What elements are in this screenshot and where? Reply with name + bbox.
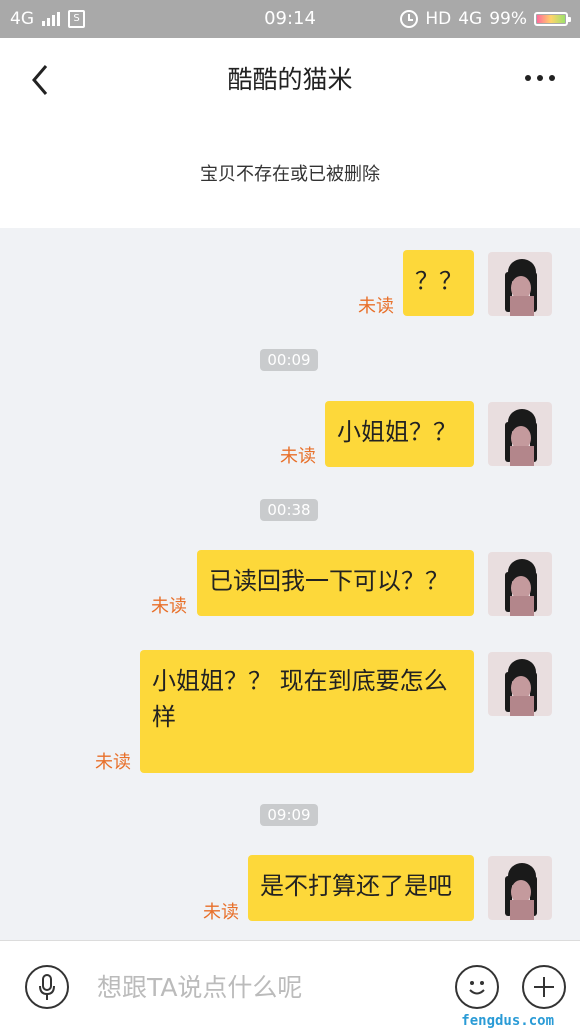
battery-percent: 99% [489,9,527,29]
more-options-icon[interactable] [520,68,560,88]
user-avatar[interactable] [488,856,552,920]
message-input[interactable] [85,963,440,1011]
unread-status: 未读 [95,752,131,773]
message-timestamp: 09:09 [260,804,318,826]
user-avatar[interactable] [488,652,552,716]
chat-header: 酷酷的猫米 [0,38,580,118]
status-right: HD 4G 99% [400,9,571,29]
notice-text: 宝贝不存在或已被删除 [200,164,380,185]
message-timestamp: 00:38 [260,499,318,521]
message-text: ？？ [415,267,463,295]
message-list[interactable]: 未读 ？？ 00:09 未读 小姐姐？？ 00:38 未读 已读回我一下可以？？… [0,228,580,940]
battery-icon [534,12,571,26]
item-notice: 宝贝不存在或已被删除 [0,118,580,228]
unread-status: 未读 [203,902,239,923]
chat-title: 酷酷的猫米 [227,65,353,94]
message-bubble[interactable]: ？？ [403,250,474,316]
message-text: 小姐姐？？ 现在到底要怎么样 [152,667,448,731]
unread-status: 未读 [151,596,187,617]
message-bubble[interactable]: 是不打算还了是吧 [248,855,474,921]
message-bubble[interactable]: 小姐姐？？ [325,401,474,467]
message-text: 已读回我一下可以？？ [209,567,449,595]
hd-label: HD [425,9,452,29]
unread-status: 未读 [280,446,316,467]
message-text: 是不打算还了是吧 [260,872,452,900]
network-label-right: 4G [458,9,483,29]
user-avatar[interactable] [488,252,552,316]
status-bar: 4G S 09:14 HD 4G 99% [0,0,580,38]
microphone-icon[interactable] [25,965,69,1009]
add-plus-icon[interactable] [522,965,566,1009]
user-avatar[interactable] [488,402,552,466]
message-bubble[interactable]: 小姐姐？？ 现在到底要怎么样 [140,650,474,773]
user-avatar[interactable] [488,552,552,616]
unread-status: 未读 [358,296,394,317]
message-timestamp: 00:09 [260,349,318,371]
watermark: fengdus.com [461,1013,554,1029]
input-bar: fengdus.com [0,940,580,1031]
emoji-icon[interactable] [455,965,499,1009]
message-bubble[interactable]: 已读回我一下可以？？ [197,550,474,616]
alarm-clock-icon [400,10,419,28]
message-text: 小姐姐？？ [337,418,457,446]
